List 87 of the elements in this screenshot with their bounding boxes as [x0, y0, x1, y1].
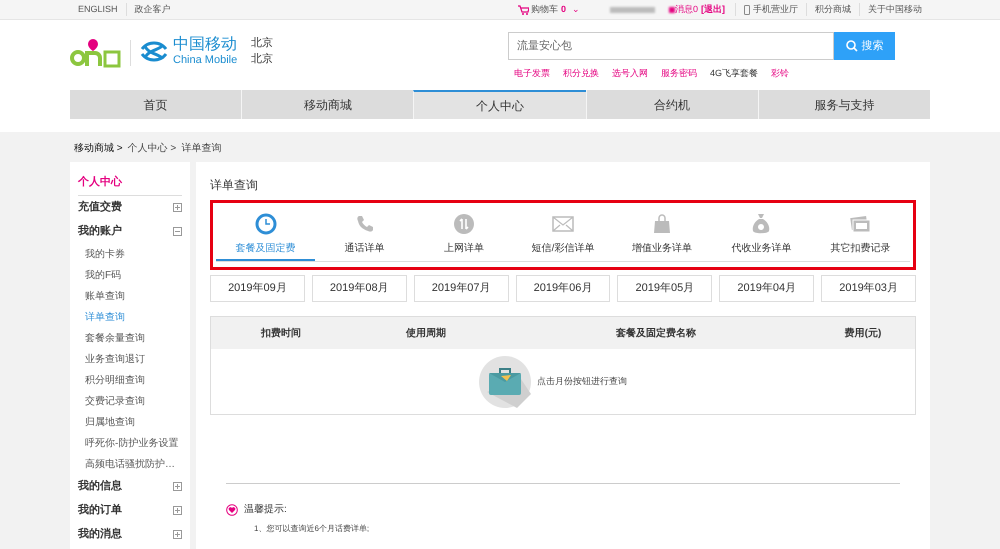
quick-link[interactable]: 积分兑换	[563, 67, 599, 80]
column-header: 费用(元)	[844, 326, 882, 340]
expand-icon[interactable]	[173, 482, 182, 491]
logo-text: 中国移动	[173, 37, 238, 53]
sidebar-item[interactable]: 我的卡券	[78, 244, 182, 264]
sidebar-group[interactable]: 充值交费	[78, 196, 182, 220]
cards-icon	[849, 215, 872, 233]
sidebar-item[interactable]: 业务查询退订	[78, 348, 182, 370]
quick-link[interactable]: 彩铃	[771, 67, 790, 80]
blurred-mark	[668, 6, 675, 12]
collapse-icon[interactable]	[173, 227, 182, 236]
sidebar-item[interactable]: 详单查询	[78, 306, 182, 328]
empty-message: 点击月份按钮进行查询	[537, 375, 627, 388]
clock-icon	[254, 213, 277, 235]
column-header: 套餐及固定费名称	[615, 326, 697, 340]
city-label[interactable]: 北京	[251, 51, 274, 67]
detail-tab[interactable]: 套餐及固定费	[216, 213, 316, 261]
detail-tab[interactable]: 代收业务详单	[712, 213, 811, 261]
search-field[interactable]: 流量安心包	[508, 32, 834, 60]
phone-icon	[354, 214, 375, 234]
detail-tab[interactable]: 短信/彩信详单	[513, 213, 613, 261]
messages-link[interactable]: 消息0	[674, 2, 698, 16]
breadcrumb-link[interactable]: 移动商城 >	[74, 140, 123, 156]
sidebar-group[interactable]: 我的消息	[78, 522, 182, 546]
top-link[interactable]: 积分商城	[815, 2, 851, 16]
column-header: 使用周期	[404, 326, 447, 340]
top-link[interactable]: ENGLISH	[70, 2, 126, 16]
sidebar-item[interactable]: 交费记录查询	[78, 390, 182, 412]
quick-link[interactable]: 选号入网	[612, 67, 648, 80]
detail-tab[interactable]: 增值业务详单	[612, 213, 712, 261]
page-title: 详单查询	[210, 177, 259, 194]
top-link[interactable]: 关于中国移动	[868, 2, 922, 16]
sidebar-group[interactable]: 我的账户	[78, 220, 182, 244]
month-button[interactable]: 2019年06月	[516, 275, 610, 302]
sidebar-group[interactable]: 我的订单	[78, 498, 182, 522]
detail-tab[interactable]: 通话详单	[315, 213, 414, 261]
sidebar-item[interactable]: 高频电话骚扰防护…	[78, 454, 182, 474]
breadcrumb-link[interactable]: 个人中心 >	[128, 140, 176, 156]
tips-title: 温馨提示:	[244, 502, 287, 517]
cart-icon	[518, 4, 529, 14]
sidebar-item[interactable]: 积分明细查询	[78, 370, 182, 390]
logout-link[interactable]: [退出]	[701, 2, 725, 16]
sidebar-item[interactable]: 呼死你-防护业务设置	[78, 432, 182, 454]
nav-tab[interactable]: 合约机	[586, 90, 758, 119]
month-button[interactable]: 2019年08月	[312, 275, 407, 302]
quick-link[interactable]: 4G飞享套餐	[710, 67, 758, 80]
bag-icon	[652, 214, 672, 234]
cart-count: 0	[560, 2, 566, 16]
month-button[interactable]: 2019年05月	[617, 275, 712, 302]
arrows-circle-icon	[452, 213, 475, 235]
logo-subtitle: China Mobile	[173, 55, 238, 66]
city-label[interactable]: 北京	[251, 35, 274, 51]
money-bag-icon	[751, 213, 772, 235]
month-button[interactable]: 2019年09月	[210, 275, 305, 302]
month-button[interactable]: 2019年03月	[821, 275, 916, 302]
caret-icon: ⌄	[572, 2, 580, 16]
briefcase-drawing	[479, 356, 531, 408]
sidebar-item[interactable]: 归属地查询	[78, 412, 182, 432]
column-header: 扣费时间	[260, 326, 302, 340]
search-icon	[846, 40, 858, 52]
breadcrumb-link[interactable]: 详单查询	[181, 140, 222, 156]
expand-icon[interactable]	[173, 530, 182, 539]
nav-tab[interactable]: 个人中心	[413, 90, 586, 119]
expand-icon[interactable]	[173, 203, 182, 212]
nav-tab[interactable]: 服务与支持	[758, 90, 930, 119]
detail-tab[interactable]: 上网详单	[414, 213, 514, 261]
blurred-username	[610, 6, 655, 12]
mobile-phone-icon	[744, 4, 750, 14]
detail-tab[interactable]: 其它扣费记录	[810, 213, 910, 261]
sidebar-item[interactable]: 我的F码	[78, 264, 182, 286]
envelope-icon	[552, 216, 574, 232]
sidebar-item[interactable]: 账单查询	[78, 286, 182, 306]
cart-link[interactable]: 购物车	[530, 2, 558, 16]
sidebar-item[interactable]: 套餐余量查询	[78, 328, 182, 348]
sidebar-title: 个人中心	[78, 174, 182, 196]
quick-link[interactable]: 服务密码	[661, 67, 697, 80]
month-button[interactable]: 2019年07月	[414, 275, 509, 302]
top-link[interactable]: 政企客户	[126, 2, 179, 16]
top-link[interactable]: 手机营业厅	[753, 2, 798, 16]
tip-text: 1、您可以查询近6个月话费详单;	[254, 523, 370, 535]
quick-link[interactable]: 电子发票	[514, 67, 550, 80]
heart-icon	[226, 504, 238, 516]
month-button[interactable]: 2019年04月	[719, 275, 814, 302]
nav-tab[interactable]: 首页	[70, 90, 242, 119]
brand-logo	[70, 38, 122, 68]
sidebar-group[interactable]: 我的信息	[78, 474, 182, 498]
expand-icon[interactable]	[173, 506, 182, 515]
